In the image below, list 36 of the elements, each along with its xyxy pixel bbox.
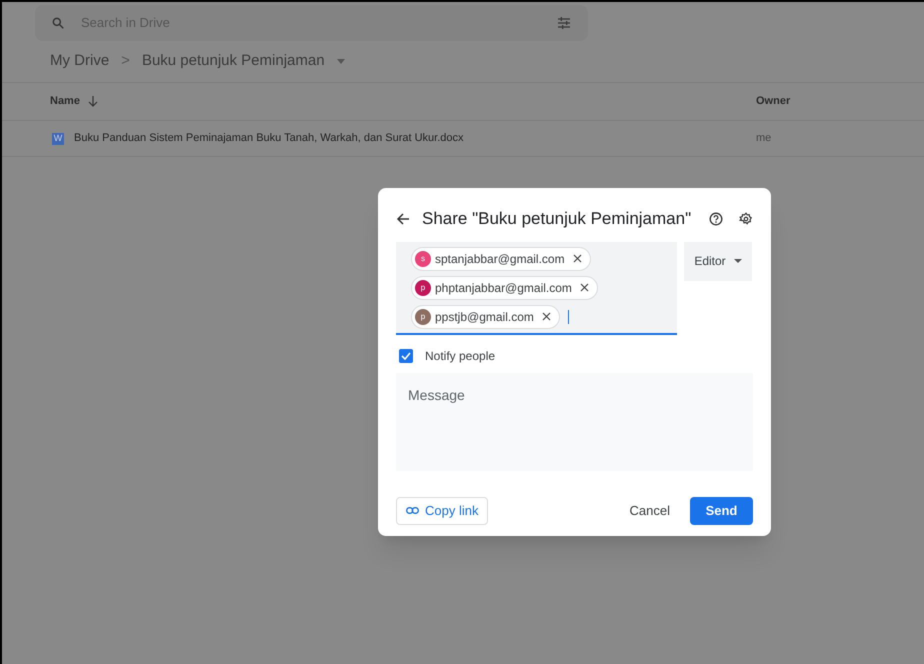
file-row[interactable]: W Buku Panduan Sistem Peminajaman Buku Tanah, Warkah, dan Surat Ukur.docx me (2, 121, 924, 157)
breadcrumb-item[interactable]: My Drive (50, 50, 110, 73)
file-name: Buku Panduan Sistem Peminajaman Buku Tanah, Warkah, dan Surat Ukur.docx (74, 131, 464, 146)
sort-down-arrow-icon[interactable] (88, 96, 98, 107)
send-button[interactable]: Send (690, 496, 753, 524)
link-icon (406, 507, 419, 514)
avatar-initial: p (415, 308, 431, 324)
recipients-field[interactable]: s sptanjabbar@gmail.com p phptanjabbar@gmail.com p ppstjb@gmail.com (396, 242, 677, 334)
column-header[interactable]: Name (50, 93, 80, 110)
breadcrumb-separator: > (121, 51, 130, 72)
help-icon[interactable] (709, 212, 723, 226)
breadcrumb-item[interactable]: Buku petunjuk Peminjaman (142, 50, 325, 73)
filter-sliders-icon[interactable] (556, 15, 572, 31)
owner-cell-text: me (756, 131, 772, 146)
recipient-chip[interactable]: p ppstjb@gmail.com (411, 304, 560, 328)
role-dropdown[interactable]: Editor (684, 242, 752, 280)
settings-icon[interactable] (739, 212, 753, 226)
notify-checkbox[interactable] (399, 348, 413, 362)
text-cursor (568, 310, 569, 324)
column-header[interactable]: Owner (756, 93, 816, 110)
back-arrow-icon[interactable] (396, 212, 410, 226)
caret-icon (734, 259, 742, 263)
search-icon (51, 16, 65, 30)
file-type-badge: W (52, 132, 64, 144)
avatar-initial: p (415, 280, 431, 296)
close-icon[interactable] (580, 283, 589, 292)
message-field[interactable]: Message (396, 372, 753, 470)
dialog-title: Share "Buku petunjuk Peminjaman" (422, 208, 692, 230)
copy-link-button[interactable]: Copy link (396, 496, 488, 524)
avatar-initial: s (415, 250, 431, 266)
recipient-chip[interactable]: p phptanjabbar@gmail.com (411, 276, 598, 300)
checkbox-label: Notify people (425, 348, 496, 364)
close-icon[interactable] (572, 254, 582, 263)
cancel-button[interactable]: Cancel (618, 496, 682, 524)
recipient-chip[interactable]: s sptanjabbar@gmail.com (411, 246, 591, 270)
close-icon[interactable] (542, 312, 551, 321)
